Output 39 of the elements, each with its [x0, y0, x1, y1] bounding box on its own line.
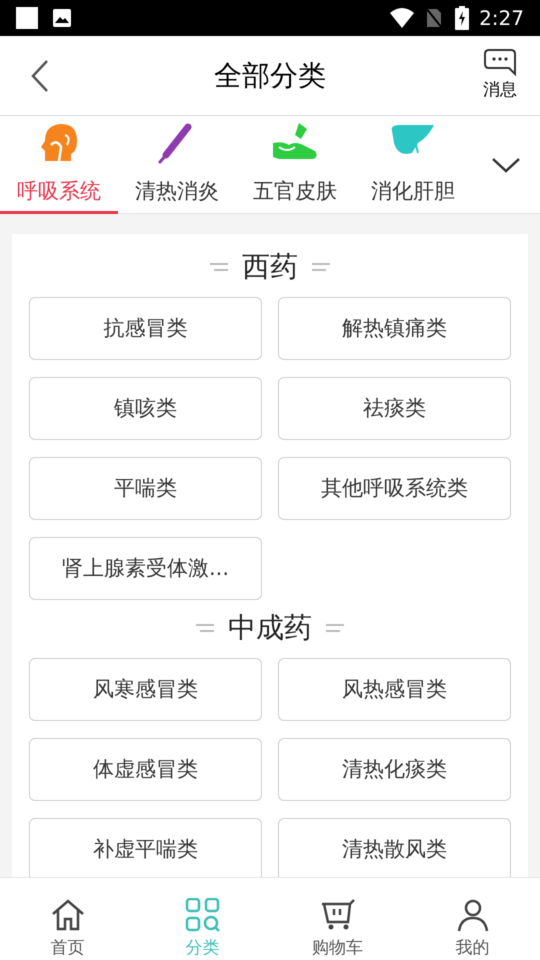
- category-button[interactable]: 肾上腺素受体激...: [29, 537, 262, 600]
- battery-icon: [455, 6, 470, 30]
- chat-bubble-icon: [483, 48, 517, 76]
- category-tab[interactable]: 消化肝胆: [354, 116, 472, 214]
- message-button[interactable]: 消息: [460, 36, 540, 116]
- back-icon: [30, 58, 50, 92]
- no-sim-icon: [425, 7, 444, 29]
- category-button[interactable]: 解热镇痛类: [278, 297, 511, 360]
- category-button[interactable]: 其他呼吸系统类: [278, 457, 511, 520]
- home-icon: [50, 898, 86, 932]
- category-button[interactable]: 风寒感冒类: [29, 658, 262, 721]
- section-title: 西药: [242, 249, 298, 285]
- title-decoration-icon: [210, 262, 228, 272]
- category-tab[interactable]: 清热消炎: [118, 116, 236, 214]
- grid-search-icon: [184, 898, 220, 932]
- title-decoration-icon: [326, 623, 344, 633]
- page-title: 全部分类: [213, 58, 327, 94]
- category-button[interactable]: 抗感冒类: [29, 297, 262, 360]
- category-button[interactable]: 镇咳类: [29, 377, 262, 440]
- expand-icon[interactable]: [491, 156, 521, 172]
- section-title: 中成药: [228, 610, 312, 646]
- wifi-icon: [389, 7, 416, 29]
- category-button[interactable]: 祛痰类: [278, 377, 511, 440]
- nav-tab[interactable]: 购物车: [270, 878, 405, 960]
- title-decoration-icon: [196, 623, 214, 633]
- category-button[interactable]: 清热化痰类: [278, 738, 511, 801]
- nav-tab[interactable]: 首页: [0, 878, 135, 960]
- category-button[interactable]: 风热感冒类: [278, 658, 511, 721]
- category-tab[interactable]: 五官皮肤: [236, 116, 354, 214]
- category-button[interactable]: 体虚感冒类: [29, 738, 262, 801]
- notification-icon: [16, 7, 38, 29]
- category-button[interactable]: 清热散风类: [278, 818, 511, 877]
- category-button[interactable]: 补虚平喘类: [29, 818, 262, 877]
- title-decoration-icon: [312, 262, 330, 272]
- cart-icon: [320, 898, 356, 932]
- nav-tab[interactable]: 我的: [405, 878, 540, 960]
- category-button[interactable]: 平喘类: [29, 457, 262, 520]
- status-time: 2:27: [479, 5, 524, 32]
- image-icon: [52, 8, 72, 28]
